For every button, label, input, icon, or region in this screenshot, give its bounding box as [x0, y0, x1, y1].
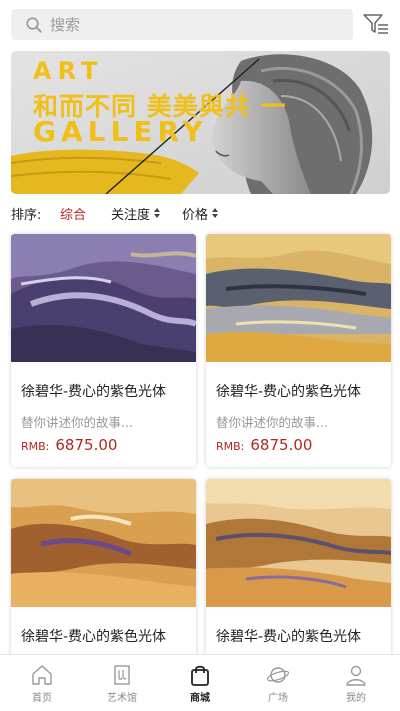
user-icon — [346, 665, 366, 686]
product-card[interactable]: 徐碧华-费心的紫色光体 替你讲述你的故事... RMB: 6875.00 — [11, 234, 196, 467]
product-image — [11, 234, 196, 362]
promo-banner[interactable]: ART 和而不同 美美與共 一 GALLERY — [11, 51, 390, 194]
top-bar: 搜索 — [0, 0, 400, 48]
product-image — [11, 479, 196, 607]
sort-option-label: 关注度 — [111, 207, 151, 223]
tab-profile[interactable]: 我的 — [316, 655, 396, 711]
product-description: 替你讲述你的故事... — [21, 415, 133, 430]
price-amount: 6875.00 — [55, 436, 118, 454]
sort-option-popularity[interactable]: 关注度 — [111, 204, 161, 223]
gallery-icon — [114, 665, 130, 685]
product-title: 徐碧华-费心的紫色光体 — [216, 384, 362, 400]
price-currency: RMB: — [216, 440, 245, 453]
search-input[interactable]: 搜索 — [11, 9, 353, 40]
product-title: 徐碧华-费心的紫色光体 — [21, 629, 167, 645]
sort-option-overall[interactable]: 综合 — [60, 204, 86, 223]
sort-option-price[interactable]: 价格 — [182, 204, 219, 223]
banner-title-gallery: GALLERY — [33, 115, 208, 148]
product-description: 替你讲述你的故事... — [216, 415, 328, 430]
bottom-tab-bar: 首页 艺术馆 商城 广场 我的 — [0, 654, 400, 711]
filter-icon[interactable] — [362, 10, 390, 38]
product-image — [206, 234, 391, 362]
product-card[interactable]: 徐碧华-费心的紫色光体 替你讲述你的故事... RMB: 6875.00 — [206, 234, 391, 467]
product-title: 徐碧华-费心的紫色光体 — [216, 629, 362, 645]
home-icon — [32, 665, 52, 685]
product-image — [206, 479, 391, 607]
tab-home[interactable]: 首页 — [2, 655, 82, 711]
search-icon — [26, 16, 42, 33]
sort-arrows-icon — [154, 208, 161, 218]
price-currency: RMB: — [21, 440, 50, 453]
planet-icon — [266, 667, 290, 683]
sort-option-label: 价格 — [182, 207, 209, 223]
sort-label: 排序: — [11, 207, 42, 223]
tab-square[interactable]: 广场 — [238, 655, 318, 711]
product-card[interactable]: 徐碧华-费心的紫色光体 — [206, 479, 391, 659]
product-card[interactable]: 徐碧华-费心的紫色光体 — [11, 479, 196, 659]
product-price: RMB: 6875.00 — [21, 436, 117, 454]
tab-label: 艺术馆 — [107, 693, 137, 704]
search-placeholder: 搜索 — [50, 16, 81, 34]
sort-option-label: 综合 — [60, 207, 87, 223]
shopping-bag-icon — [191, 665, 209, 686]
tab-label: 我的 — [346, 693, 366, 704]
banner-title-art: ART — [33, 57, 104, 85]
tab-mall[interactable]: 商城 — [160, 655, 240, 711]
sort-arrows-icon — [212, 208, 219, 218]
product-price: RMB: 6875.00 — [216, 436, 312, 454]
tab-label: 商城 — [190, 693, 210, 704]
tab-gallery[interactable]: 艺术馆 — [82, 655, 162, 711]
tab-label: 首页 — [32, 693, 52, 704]
tab-label: 广场 — [268, 693, 288, 704]
price-amount: 6875.00 — [250, 436, 313, 454]
sort-bar: 排序: 综合 关注度 价格 — [0, 198, 400, 228]
product-title: 徐碧华-费心的紫色光体 — [21, 384, 167, 400]
